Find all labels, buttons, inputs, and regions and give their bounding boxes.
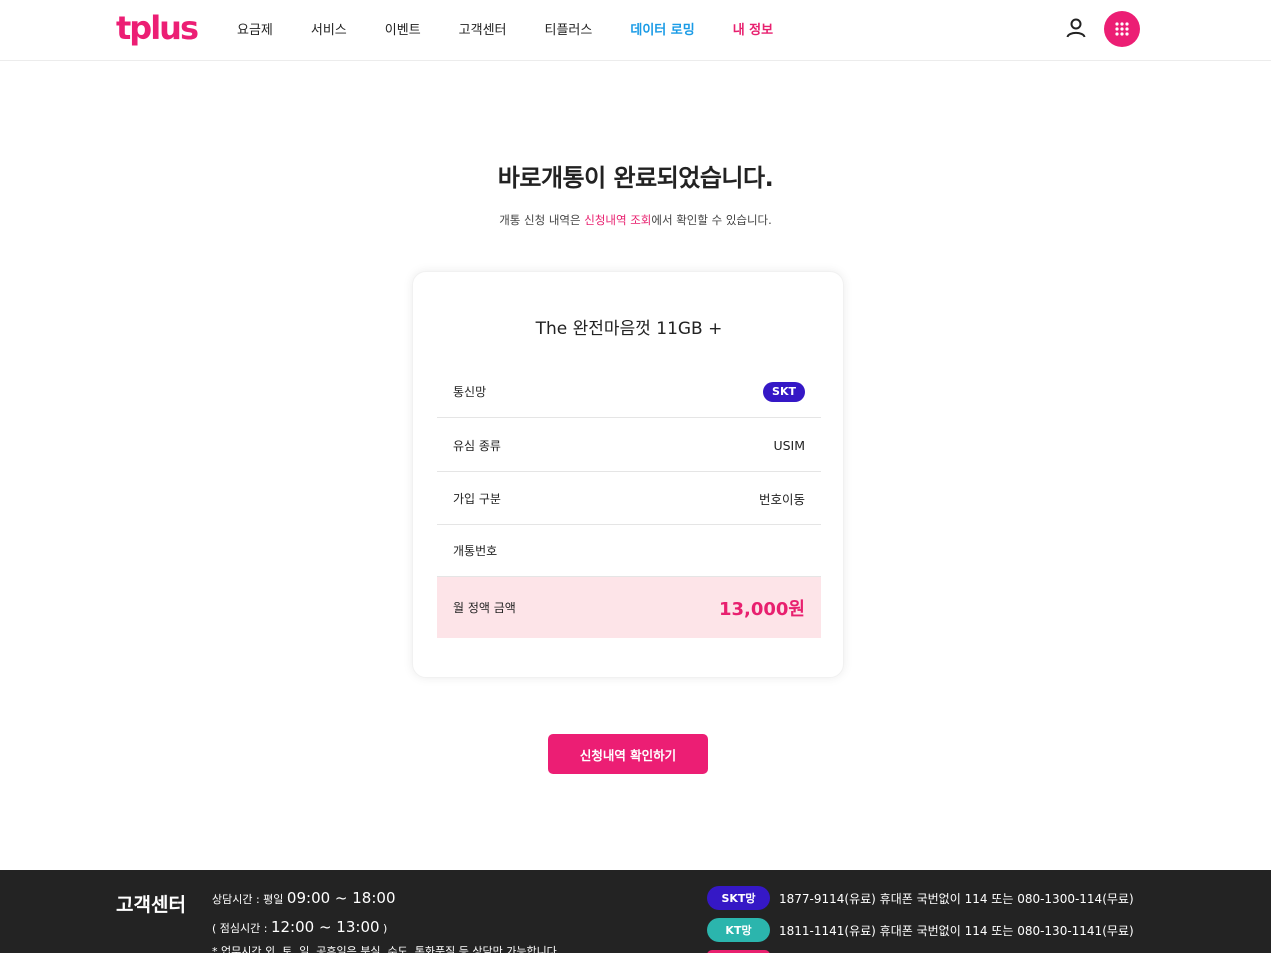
lunch-hours: ( 점심시간 : 12:00 ~ 13:00 ) <box>212 918 387 936</box>
page-title: 바로개통이 완료되었습니다. <box>497 164 774 192</box>
row-label: 월 정액 금액 <box>453 601 516 615</box>
lunch-label: ( 점심시간 : <box>212 922 271 935</box>
check-application-button[interactable]: 신청내역 확인하기 <box>548 734 708 774</box>
after-hours-notice: * 업무시간 외, 토, 일, 공휴일은 분실, 수도, 통화품질 등 상담만 … <box>212 945 561 953</box>
nav-data-roaming[interactable]: 데이터 로밍 <box>630 19 694 38</box>
all-menu-button[interactable] <box>1104 11 1140 47</box>
nav-tplus[interactable]: 티플러스 <box>545 19 593 38</box>
row-value: USIM <box>773 438 805 453</box>
carrier-skt: SKT망 1877-9114(유료) 휴대폰 국번없이 114 또는 080-1… <box>707 886 1134 910</box>
phone-number-row: 개통번호 <box>437 525 821 577</box>
nav-events[interactable]: 이벤트 <box>385 19 421 38</box>
monthly-price-row: 월 정액 금액 13,000원 <box>437 577 821 638</box>
nav-services[interactable]: 서비스 <box>311 19 347 38</box>
carrier-phone: 1877-9114(유료) 휴대폰 국번없이 114 또는 080-1300-1… <box>779 891 1134 906</box>
footer-title: 고객센터 <box>116 894 186 916</box>
monthly-price-value: 13,000원 <box>718 598 805 620</box>
carrier-phone: 1811-1141(유료) 휴대폰 국번없이 114 또는 080-130-11… <box>779 923 1134 938</box>
tplus-logo[interactable]: tplus <box>116 10 204 48</box>
join-type-row: 가입 구분 번호이동 <box>437 473 821 525</box>
carrier-badge: SKT망 <box>707 886 770 910</box>
site-header: tplus 요금제 서비스 이벤트 고객센터 티플러스 데이터 로밍 내 정보 <box>0 0 1271 61</box>
activation-summary-card: The 완전마음껏 11GB + 통신망 SKT 유심 종류 USIM 가입 구… <box>412 271 844 678</box>
carrier-badge: KT망 <box>707 918 770 942</box>
lunch-value: 12:00 ~ 13:00 <box>270 918 380 936</box>
nav-my-info[interactable]: 내 정보 <box>733 19 773 38</box>
row-value: 번호이동 <box>758 492 805 507</box>
row-label: 통신망 <box>453 385 487 399</box>
network-badge: SKT <box>763 381 805 402</box>
nav-customer-center[interactable]: 고객센터 <box>459 19 507 38</box>
user-icon[interactable] <box>1064 16 1088 40</box>
network-row: 통신망 SKT <box>437 366 821 418</box>
grid-menu-icon <box>1115 22 1129 36</box>
nav-plans[interactable]: 요금제 <box>237 19 273 38</box>
sim-type-row: 유심 종류 USIM <box>437 420 821 472</box>
row-label: 유심 종류 <box>453 439 501 453</box>
consult-hours: 상담시간 : 평일 09:00 ~ 18:00 <box>212 889 395 907</box>
row-label: 개통번호 <box>453 544 498 558</box>
subtitle-text: 에서 확인할 수 있습니다. <box>651 213 772 227</box>
lunch-close: ) <box>379 922 388 935</box>
subtitle-text: 개통 신청 내역은 <box>499 213 585 227</box>
application-lookup-link[interactable]: 신청내역 조회 <box>584 213 651 227</box>
page-subtitle: 개통 신청 내역은 신청내역 조회에서 확인할 수 있습니다. <box>0 212 1271 228</box>
main-nav: 요금제 서비스 이벤트 고객센터 티플러스 데이터 로밍 내 정보 <box>237 0 811 56</box>
row-label: 가입 구분 <box>453 492 501 506</box>
carrier-kt: KT망 1811-1141(유료) 휴대폰 국번없이 114 또는 080-13… <box>707 918 1134 942</box>
plan-name: The 완전마음껏 11GB + <box>535 319 723 339</box>
svg-text:tplus: tplus <box>116 10 198 47</box>
hours-value: 09:00 ~ 18:00 <box>286 889 396 907</box>
site-footer: 고객센터 상담시간 : 평일 09:00 ~ 18:00 ( 점심시간 : 12… <box>0 870 1271 953</box>
hours-label: 상담시간 : 평일 <box>212 893 287 906</box>
